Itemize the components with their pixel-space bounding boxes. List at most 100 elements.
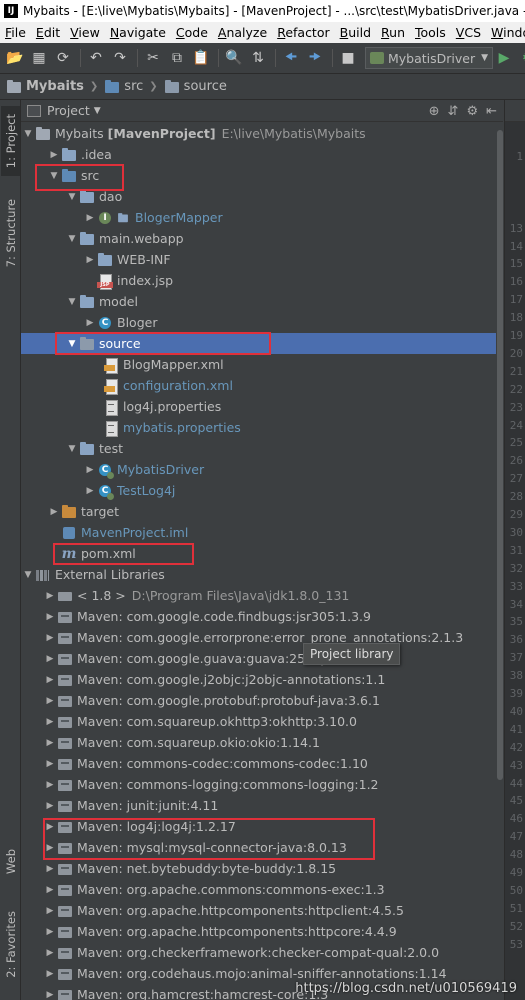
- locate-target-icon[interactable]: ⊕: [429, 104, 440, 119]
- menu-vcs[interactable]: VCS: [451, 25, 486, 40]
- tree-item-dao[interactable]: ▼ dao: [21, 186, 496, 207]
- collapsed-arrow-icon[interactable]: ▶: [43, 654, 57, 664]
- tree-item-test[interactable]: ▼ test: [21, 438, 496, 459]
- library-item[interactable]: ▶ Maven: commons-logging:commons-logging:…: [21, 774, 496, 795]
- collapsed-arrow-icon[interactable]: ▶: [43, 969, 57, 979]
- open-folder-icon[interactable]: 📂: [4, 47, 26, 69]
- library-item[interactable]: ▶ Maven: log4j:log4j:1.2.17: [21, 816, 496, 837]
- menu-run[interactable]: Run: [376, 25, 410, 40]
- scrollbar-thumb[interactable]: [497, 130, 503, 780]
- tree-item-pom[interactable]: m pom.xml: [21, 543, 496, 564]
- collapsed-arrow-icon[interactable]: ▶: [43, 906, 57, 916]
- tree-item-model[interactable]: ▼ model: [21, 291, 496, 312]
- collapsed-arrow-icon[interactable]: ▶: [43, 759, 57, 769]
- collapse-all-icon[interactable]: ⇵: [448, 104, 459, 119]
- library-item[interactable]: ▶ Maven: com.google.protobuf:protobuf-jav…: [21, 690, 496, 711]
- redo-icon[interactable]: ↷: [109, 47, 131, 69]
- collapsed-arrow-icon[interactable]: ▶: [43, 612, 57, 622]
- library-item[interactable]: ▶ Maven: org.apache.commons:commons-exec:…: [21, 879, 496, 900]
- tree-item-blogermapper[interactable]: ▶ BlogerMapper: [21, 207, 496, 228]
- collapsed-arrow-icon[interactable]: ▶: [43, 696, 57, 706]
- library-item[interactable]: ▶ Maven: org.apache.httpcomponents:httpco…: [21, 921, 496, 942]
- menu-build[interactable]: Build: [335, 25, 376, 40]
- project-view-label[interactable]: Project: [47, 103, 90, 118]
- library-item[interactable]: ▶ Maven: com.google.code.findbugs:jsr305:…: [21, 606, 496, 627]
- tab-favorites[interactable]: 2: Favorites: [1, 900, 20, 988]
- expanded-arrow-icon[interactable]: ▼: [65, 339, 79, 349]
- tree-item-target[interactable]: ▶ target: [21, 501, 496, 522]
- find-icon[interactable]: 🔍: [223, 47, 245, 69]
- hide-panel-icon[interactable]: ⇤: [486, 104, 497, 119]
- tree-item-src[interactable]: ▼ src: [21, 165, 496, 186]
- library-item[interactable]: ▶ Maven: com.google.j2objc:j2objc-annotat…: [21, 669, 496, 690]
- cut-icon[interactable]: ✂: [142, 47, 164, 69]
- breadcrumb-item-project[interactable]: Mybaits: [6, 79, 84, 95]
- editor-tab-strip[interactable]: [505, 100, 525, 122]
- library-item[interactable]: ▶ Maven: org.checkerframework:checker-com…: [21, 942, 496, 963]
- library-item[interactable]: ▶ Maven: org.apache.httpcomponents:httpcl…: [21, 900, 496, 921]
- collapsed-arrow-icon[interactable]: ▶: [83, 213, 97, 223]
- collapsed-arrow-icon[interactable]: ▶: [43, 990, 57, 1000]
- copy-icon[interactable]: ⧉: [166, 47, 188, 69]
- collapsed-arrow-icon[interactable]: ▶: [43, 927, 57, 937]
- expanded-arrow-icon[interactable]: ▼: [65, 297, 79, 307]
- menu-tools[interactable]: Tools: [410, 25, 451, 40]
- collapsed-arrow-icon[interactable]: ▶: [43, 948, 57, 958]
- tab-structure[interactable]: 7: Structure: [1, 192, 20, 274]
- expanded-arrow-icon[interactable]: ▼: [65, 192, 79, 202]
- tree-item-bloger[interactable]: ▶ Bloger: [21, 312, 496, 333]
- back-icon[interactable]: 🠜: [280, 47, 302, 69]
- library-item[interactable]: ▶ Maven: com.google.errorprone:error_pron…: [21, 627, 496, 648]
- tab-web[interactable]: Web: [1, 840, 20, 884]
- breadcrumb-item-source[interactable]: source: [164, 79, 227, 95]
- library-item[interactable]: ▶ Maven: commons-codec:commons-codec:1.10: [21, 753, 496, 774]
- collapsed-arrow-icon[interactable]: ▶: [43, 738, 57, 748]
- menu-code[interactable]: Code: [171, 25, 213, 40]
- library-item[interactable]: ▶ Maven: junit:junit:4.11: [21, 795, 496, 816]
- collapsed-arrow-icon[interactable]: ▶: [43, 591, 57, 601]
- collapsed-arrow-icon[interactable]: ▶: [43, 822, 57, 832]
- collapsed-arrow-icon[interactable]: ▶: [83, 255, 97, 265]
- tree-item-jdk[interactable]: ▶ < 1.8 > D:\Program Files\Java\jdk1.8.0…: [21, 585, 496, 606]
- collapsed-arrow-icon[interactable]: ▶: [43, 843, 57, 853]
- save-icon[interactable]: ▦: [28, 47, 50, 69]
- breadcrumb-item-src[interactable]: src: [104, 79, 143, 95]
- collapsed-arrow-icon[interactable]: ▶: [83, 318, 97, 328]
- menu-view[interactable]: View: [65, 25, 105, 40]
- debug-icon[interactable]: ⚙: [517, 47, 525, 69]
- forward-icon[interactable]: 🠞: [304, 47, 326, 69]
- library-item[interactable]: ▶ Maven: mysql:mysql-connector-java:8.0.1…: [21, 837, 496, 858]
- menu-refactor[interactable]: Refactor: [272, 25, 334, 40]
- run-configuration-select[interactable]: MybatisDriver ▼: [365, 47, 494, 69]
- expanded-arrow-icon[interactable]: ▼: [47, 171, 61, 181]
- tree-item-webinf[interactable]: ▶ WEB-INF: [21, 249, 496, 270]
- menu-navigate[interactable]: Navigate: [105, 25, 171, 40]
- collapsed-arrow-icon[interactable]: ▶: [43, 885, 57, 895]
- menu-file[interactable]: File: [0, 25, 31, 40]
- sync-icon[interactable]: ⟳: [52, 47, 74, 69]
- library-item[interactable]: ▶ Maven: com.squareup.okhttp3:okhttp:3.10…: [21, 711, 496, 732]
- tab-project[interactable]: 1: Project: [1, 106, 20, 176]
- collapsed-arrow-icon[interactable]: ▶: [43, 717, 57, 727]
- undo-icon[interactable]: ↶: [85, 47, 107, 69]
- replace-icon[interactable]: ⇅: [247, 47, 269, 69]
- menu-edit[interactable]: Edit: [31, 25, 65, 40]
- collapsed-arrow-icon[interactable]: ▶: [43, 780, 57, 790]
- tree-item-mainwebapp[interactable]: ▼ main.webapp: [21, 228, 496, 249]
- tree-item-source[interactable]: ▼ source: [21, 333, 496, 354]
- menu-analyze[interactable]: Analyze: [213, 25, 272, 40]
- run-icon[interactable]: ▶: [493, 47, 515, 69]
- tree-item-configxml[interactable]: configuration.xml: [21, 375, 496, 396]
- tree-item-extlibs[interactable]: ▼ External Libraries: [21, 564, 496, 585]
- gear-icon[interactable]: ⚙: [466, 104, 478, 119]
- collapsed-arrow-icon[interactable]: ▶: [43, 801, 57, 811]
- tree-item-mybatisprops[interactable]: mybatis.properties: [21, 417, 496, 438]
- build-icon[interactable]: ■: [337, 47, 359, 69]
- library-item[interactable]: ▶ Maven: com.google.guava:guava:25.0-jre: [21, 648, 496, 669]
- tree-item-root[interactable]: ▼ Mybaits [MavenProject] E:\live\Mybatis…: [21, 123, 496, 144]
- expanded-arrow-icon[interactable]: ▼: [21, 570, 35, 580]
- collapsed-arrow-icon[interactable]: ▶: [83, 465, 97, 475]
- chevron-down-icon[interactable]: ▼: [94, 106, 101, 116]
- tree-item-blogmapperxml[interactable]: BlogMapper.xml: [21, 354, 496, 375]
- tree-item-testlog4j[interactable]: ▶ TestLog4j: [21, 480, 496, 501]
